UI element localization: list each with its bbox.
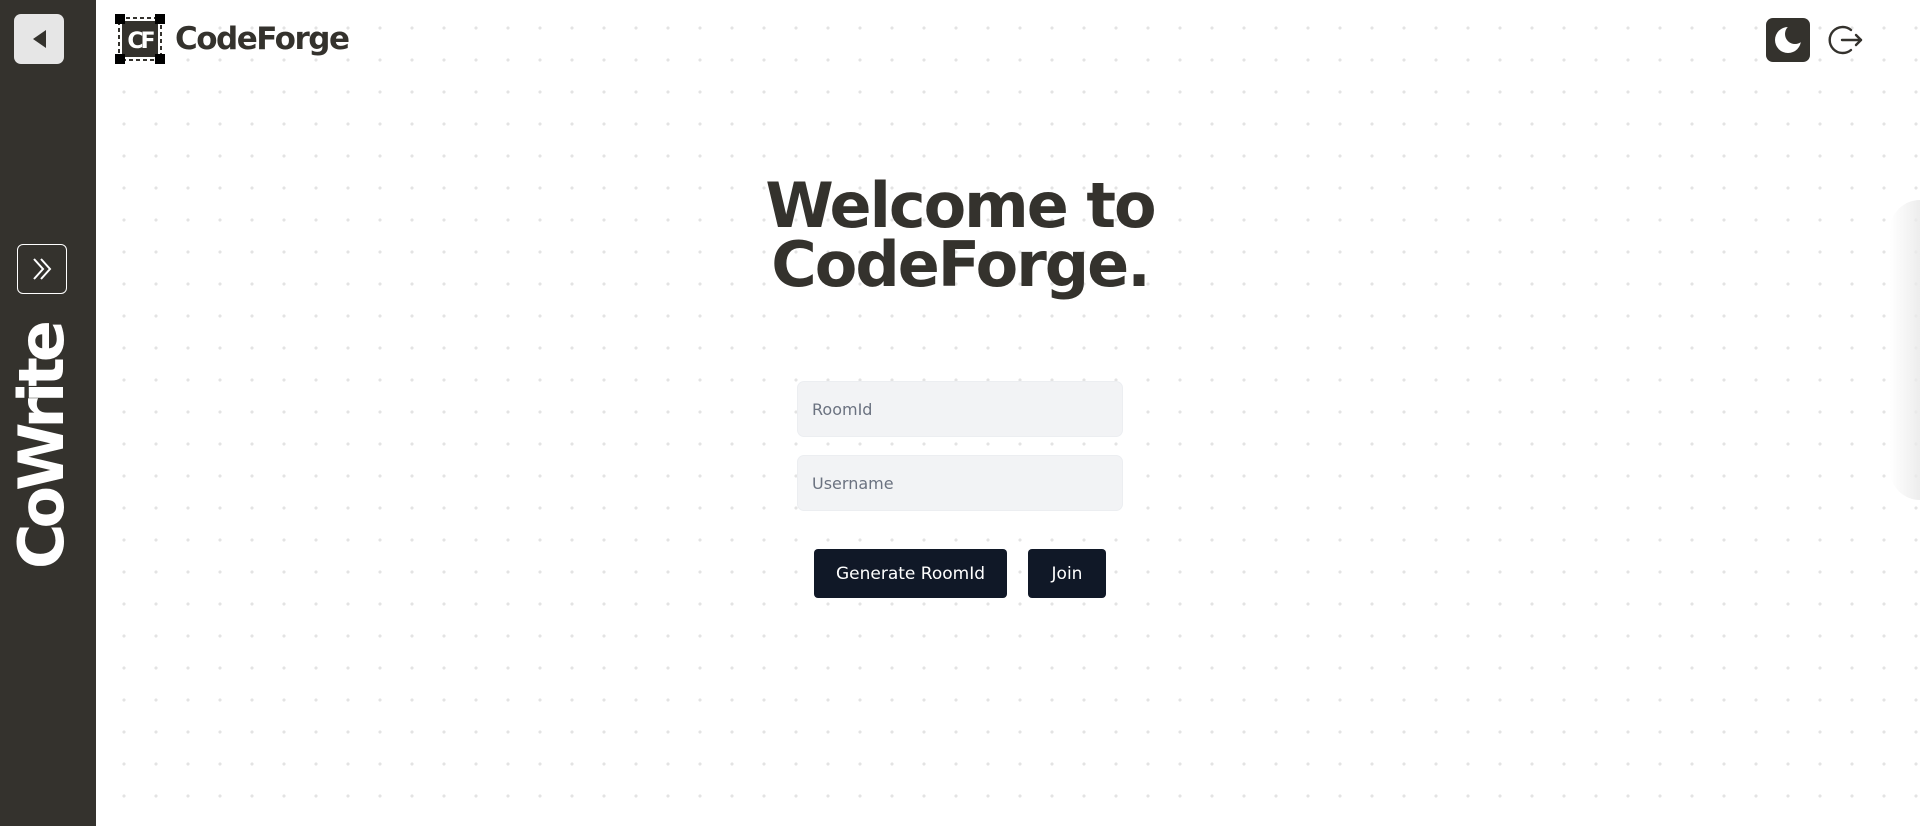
moon-icon xyxy=(1775,24,1804,53)
edge-shadow xyxy=(1890,200,1920,500)
codeforge-logo-icon: CF xyxy=(115,14,165,64)
svg-text:CF: CF xyxy=(127,29,154,54)
page-title: Welcome to CodeForge. xyxy=(660,175,1260,296)
back-button[interactable] xyxy=(14,14,64,64)
page-title-line2: CodeForge. xyxy=(771,228,1151,301)
sidebar: CoWrite xyxy=(0,0,96,826)
logout-button[interactable] xyxy=(1826,20,1866,60)
room-id-input[interactable] xyxy=(797,381,1123,437)
triangle-left-icon xyxy=(33,30,46,48)
join-button[interactable]: Join xyxy=(1028,549,1106,598)
generate-room-id-button[interactable]: Generate RoomId xyxy=(814,549,1007,598)
double-chevron-right-icon xyxy=(33,258,52,280)
app-name: CodeForge xyxy=(175,21,350,57)
logout-icon xyxy=(1828,25,1863,55)
expand-sidebar-button[interactable] xyxy=(17,244,67,294)
theme-toggle-button[interactable] xyxy=(1766,18,1810,62)
sidebar-brand: CoWrite xyxy=(5,325,78,569)
app-logo[interactable]: CF CodeForge xyxy=(114,13,350,65)
username-input[interactable] xyxy=(797,455,1123,511)
